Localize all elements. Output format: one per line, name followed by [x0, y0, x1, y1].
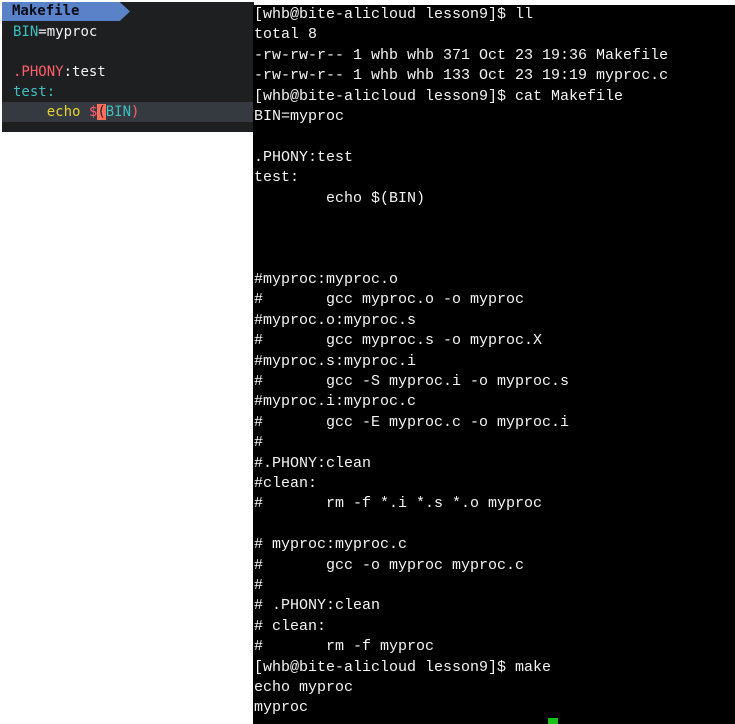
- terminal-line: # gcc -o myproc myproc.c: [254, 556, 525, 574]
- vim-indent: [13, 104, 47, 120]
- terminal-line: [whb@bite-alicloud lesson9]$ make: [254, 658, 552, 676]
- terminal-line: # rm -f myproc: [254, 638, 435, 656]
- terminal-line: total 8: [254, 26, 318, 44]
- terminal-output: [whb@bite-alicloud lesson9]$ ll total 8 -r…: [253, 5, 735, 719]
- terminal-line: #myproc:myproc.o: [254, 271, 399, 289]
- vim-editor[interactable]: Makefile BIN=myproc .PHONY:test test: ec…: [2, 2, 254, 132]
- vim-paren-close: ): [131, 104, 140, 120]
- vim-cursor: (: [97, 104, 106, 120]
- terminal-line: #myproc.s:myproc.i: [254, 352, 417, 370]
- terminal-line: # gcc -E myproc.c -o myproc.i: [254, 413, 570, 431]
- vim-bin-ref: BIN: [105, 104, 132, 120]
- vim-phony-target: .PHONY: [13, 64, 64, 80]
- terminal-line: #clean:: [254, 474, 318, 492]
- terminal-line: # gcc myproc.s -o myproc.X: [254, 332, 543, 350]
- terminal-line: #: [254, 434, 264, 452]
- vim-tab-makefile[interactable]: Makefile: [2, 2, 130, 21]
- terminal-line: echo myproc: [254, 678, 354, 696]
- terminal-line: BIN=myproc: [254, 107, 345, 125]
- vim-equals: =: [38, 24, 47, 40]
- terminal-line: -rw-rw-r-- 1 whb whb 371 Oct 23 19:36 Ma…: [254, 46, 669, 64]
- vim-space: [80, 104, 88, 120]
- vim-tabline: Makefile: [2, 2, 254, 22]
- terminal-line: myproc: [254, 699, 309, 717]
- terminal-line: # gcc -S myproc.i -o myproc.s: [254, 373, 570, 391]
- vim-line-5[interactable]: echo $(BIN): [2, 102, 254, 122]
- vim-line-2[interactable]: [2, 42, 254, 62]
- terminal-line: #myproc.o:myproc.s: [254, 311, 417, 329]
- terminal-cursor: [548, 718, 558, 724]
- vim-var-name: BIN: [13, 24, 39, 40]
- vim-test-target: test:: [13, 84, 56, 100]
- terminal-line: #.PHONY:clean: [254, 454, 372, 472]
- vim-colon: :: [63, 64, 73, 80]
- terminal-line: # clean:: [254, 617, 327, 635]
- terminal-line: #: [254, 576, 264, 594]
- terminal-line: .PHONY:test: [254, 148, 354, 166]
- terminal-window[interactable]: [whb@bite-alicloud lesson9]$ ll total 8 -r…: [253, 5, 735, 724]
- terminal-line: [whb@bite-alicloud lesson9]$ ll: [254, 6, 534, 23]
- terminal-line: [whb@bite-alicloud lesson9]$ cat Makefil…: [254, 87, 624, 105]
- vim-line-3[interactable]: .PHONY:test: [2, 62, 254, 82]
- vim-echo-cmd: echo: [46, 104, 81, 120]
- vim-line-4[interactable]: test:: [2, 82, 254, 102]
- vim-phony-dep: test: [72, 64, 106, 80]
- terminal-line: # gcc myproc.o -o myproc: [254, 291, 525, 309]
- terminal-line: #myproc.i:myproc.c: [254, 393, 417, 411]
- terminal-line: echo $(BIN): [254, 189, 426, 207]
- terminal-line: # .PHONY:clean: [254, 597, 381, 615]
- vim-var-value: myproc: [46, 24, 98, 40]
- terminal-line: -rw-rw-r-- 1 whb whb 133 Oct 23 19:19 my…: [254, 67, 669, 85]
- terminal-line: test:: [254, 169, 300, 187]
- terminal-line: # myproc:myproc.c: [254, 536, 408, 554]
- vim-line-1[interactable]: BIN=myproc: [2, 22, 254, 42]
- terminal-line: # rm -f *.i *.s *.o myproc: [254, 495, 543, 513]
